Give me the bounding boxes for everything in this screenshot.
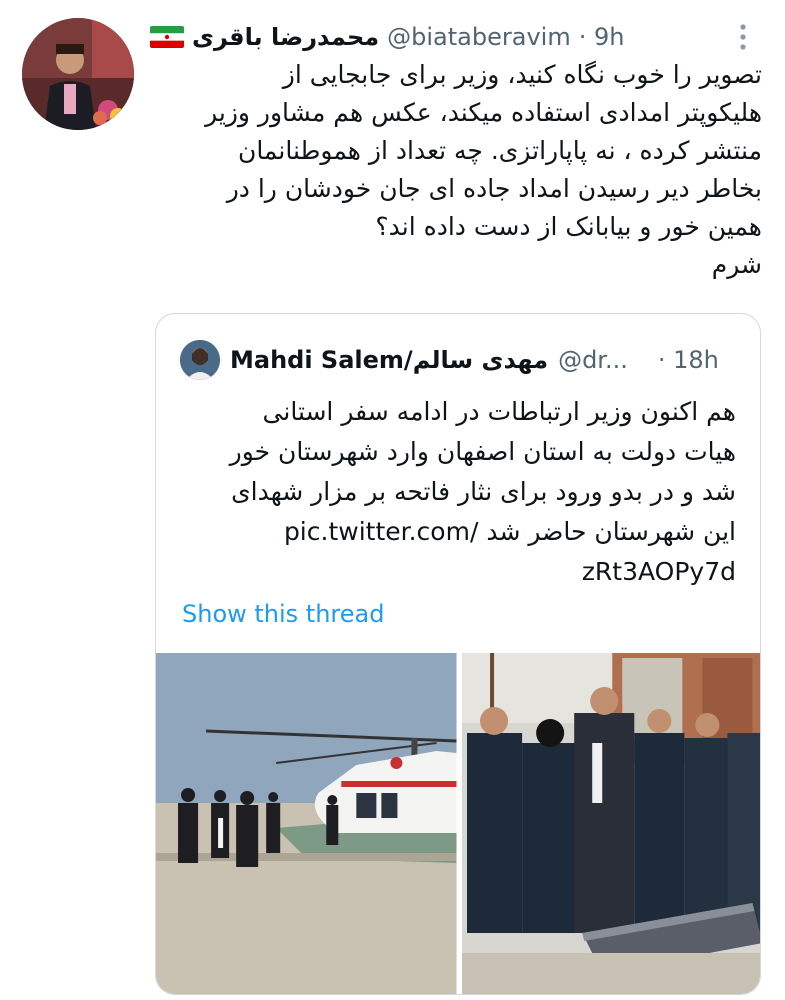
quoted-author-handle[interactable]: @dr... [558, 346, 628, 374]
media-grid [156, 653, 760, 994]
more-vertical-icon[interactable] [736, 22, 750, 52]
tweet-header: محمدرضا باقری @biataberavim · 9h [150, 20, 650, 54]
tweet-text: تصویر را خوب نگاه کنید، وزیر برای جابجای… [205, 60, 762, 279]
quoted-tweet-time[interactable]: · 18h [658, 346, 719, 374]
quoted-tweet[interactable]: Mahdi Salem/مهدی سالم @dr... · 18h هم اک… [155, 313, 761, 995]
iran-flag-icon [150, 26, 184, 48]
quoted-author-name[interactable]: Mahdi Salem/مهدی سالم [230, 346, 548, 374]
author-handle[interactable]: @biataberavim [387, 23, 571, 51]
quoted-tweet-header: Mahdi Salem/مهدی سالم @dr... · 18h [180, 338, 740, 382]
tweet-time[interactable]: · 9h [579, 23, 625, 51]
quoted-tweet-text: هم اکنون وزیر ارتباطات در ادامه سفر استا… [229, 397, 736, 586]
martyrs-cemetery-photo[interactable] [461, 653, 760, 994]
show-thread-link[interactable]: Show this thread [182, 600, 384, 628]
helicopter-photo[interactable] [156, 653, 457, 994]
author-avatar[interactable] [22, 18, 134, 130]
author-name[interactable]: محمدرضا باقری [192, 23, 379, 51]
quoted-author-avatar[interactable] [180, 340, 220, 380]
